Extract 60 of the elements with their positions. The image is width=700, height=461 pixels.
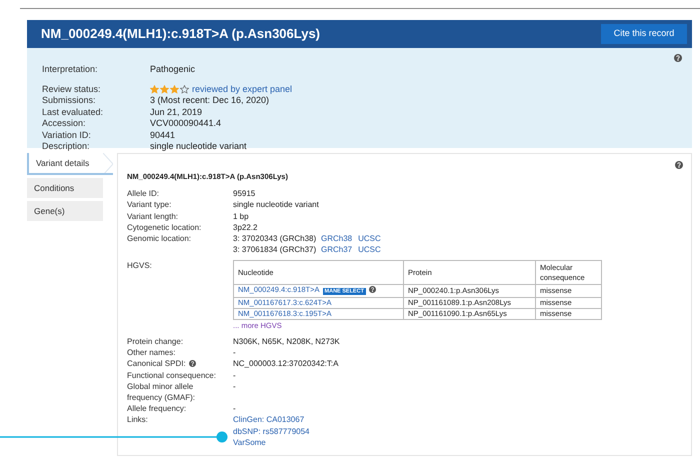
field-value: 3: 37020343 (GRCh38) [233, 233, 318, 244]
field-label: Other names: [127, 348, 176, 358]
field-value: Jun 21, 2019 [150, 106, 202, 118]
field-value: 3: 37061834 (GRCh37) [233, 244, 318, 256]
help-icon[interactable] [674, 54, 682, 62]
field-label: Variation ID: [42, 130, 92, 141]
field-label: Cytogenetic location: [127, 222, 202, 232]
field-label: Variant type: [127, 200, 172, 210]
review-status-link[interactable]: reviewed by expert panel [192, 84, 292, 95]
field-value: VCV000090441.4 [150, 118, 222, 130]
sidebar-tab[interactable]: Conditions [27, 178, 103, 198]
field-label: Allele frequency: [127, 404, 186, 414]
star-icon [150, 84, 159, 94]
tab-pointer-icon [103, 153, 113, 173]
field-label: Global minor allele frequency (GMAF): [127, 382, 196, 402]
field-label: Accession: [42, 118, 87, 130]
field-label: Submissions: [42, 95, 97, 106]
help-icon[interactable] [675, 161, 683, 169]
star-icon [180, 84, 189, 94]
external-link[interactable]: ClinGen: CA013067 [233, 414, 310, 426]
field-value: single nucleotide variant [150, 141, 247, 152]
field-value: - [233, 347, 236, 358]
field-value: NC_000003.12:37020342:T:A [233, 358, 338, 370]
star-icon [170, 84, 179, 94]
field-label: Interpretation: [42, 64, 99, 76]
field-label: Last evaluated: [42, 106, 104, 118]
field-label: Allele ID: [127, 189, 160, 198]
help-icon[interactable] [188, 360, 196, 368]
genome-link[interactable]: UCSC [358, 233, 381, 244]
genome-link[interactable]: GRCh38 [321, 233, 352, 244]
field-label: Functional consequence: [127, 370, 216, 380]
sidebar-tab[interactable]: Gene(s) [27, 201, 103, 221]
field-value: 90441 [150, 130, 176, 141]
field-label: Genomic location: [127, 234, 192, 244]
field-value: 1 bp [233, 210, 249, 222]
help-icon[interactable] [368, 286, 376, 294]
field-label: Review status: [42, 84, 102, 95]
field-label: Protein change: [127, 336, 184, 346]
field-value: - [233, 370, 236, 381]
field-label: Description: [42, 141, 91, 152]
field-value: single nucleotide variant [233, 199, 319, 211]
record-title: NM_000249.4(MLH1):c.918T>A (p.Asn306Lys) [41, 25, 320, 44]
external-link[interactable]: VarSome [233, 436, 310, 448]
genome-link[interactable]: UCSC [358, 244, 381, 256]
field-value: 95915 [233, 188, 256, 200]
field-value: 3 (Most recent: Dec 16, 2020) [150, 95, 270, 106]
external-link[interactable]: dbSNP: rs587779054 [233, 426, 310, 437]
field-value: N306K, N65K, N208K, N273K [233, 336, 340, 348]
field-value: - [233, 403, 236, 414]
field-value: Pathogenic [150, 64, 196, 76]
field-label: Canonical SPDI: [127, 359, 186, 368]
sidebar-tab[interactable]: Variant details [27, 153, 113, 175]
field-value: - [233, 380, 236, 392]
field-value: 3p22.2 [233, 222, 258, 234]
field-label: HGVS: [127, 261, 152, 270]
cite-button[interactable]: Cite this record [601, 24, 687, 44]
field-label: Links: [127, 415, 148, 424]
field-label: Variant length: [127, 212, 178, 221]
star-icon [160, 84, 169, 94]
genome-link[interactable]: GRCh37 [321, 244, 352, 256]
